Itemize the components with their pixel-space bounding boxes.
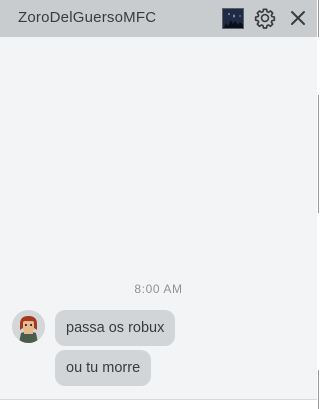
settings-button[interactable] [254, 7, 276, 29]
close-icon [288, 11, 308, 32]
message-input-area[interactable] [0, 399, 317, 409]
chat-message: ou tu morre [55, 350, 152, 386]
user-thumbnail-icon[interactable] [222, 8, 244, 29]
divider [318, 0, 319, 37]
close-button[interactable] [288, 8, 308, 28]
chat-window: ZoroDelGuersoMFC 8:00 AM passa os robux … [0, 0, 317, 409]
gear-icon [254, 8, 276, 33]
chat-title: ZoroDelGuersoMFC [18, 9, 157, 26]
divider [318, 370, 319, 409]
chat-message: passa os robux [55, 310, 176, 346]
chat-header: ZoroDelGuersoMFC [0, 0, 317, 37]
divider [318, 95, 319, 213]
avatar[interactable] [12, 310, 45, 343]
message-timestamp: 8:00 AM [134, 282, 183, 296]
